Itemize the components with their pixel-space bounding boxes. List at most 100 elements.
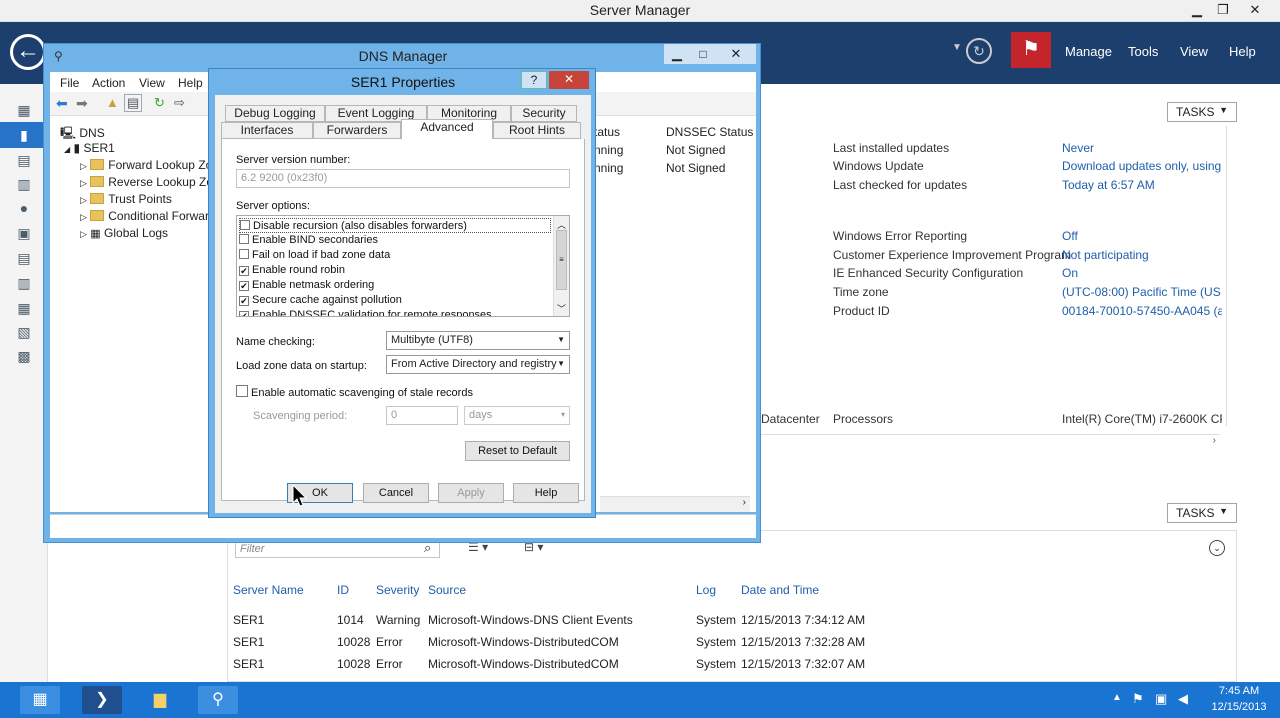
minimize-icon[interactable]: ▁: [1184, 0, 1210, 20]
iis-icon[interactable]: ▦: [14, 300, 34, 316]
checkbox-unchecked-icon[interactable]: [236, 385, 248, 397]
close-icon[interactable]: ✕: [716, 44, 756, 64]
forward-icon[interactable]: ➡: [76, 95, 88, 112]
tree-reverse-lookup[interactable]: ▷ Reverse Lookup Zon: [80, 175, 210, 189]
dhcp-icon[interactable]: ●: [14, 200, 34, 216]
refresh-icon[interactable]: ↻: [966, 38, 992, 64]
clock-date[interactable]: 12/15/2013: [1204, 701, 1274, 713]
prop-value-link[interactable]: Today at 6:57 AM: [1062, 178, 1155, 192]
server-options-list[interactable]: Disable recursion (also disables forward…: [236, 215, 570, 317]
tab-interfaces[interactable]: Interfaces: [221, 122, 313, 139]
event-cell[interactable]: System: [696, 635, 736, 649]
checkbox-unchecked-icon[interactable]: [239, 249, 249, 259]
back-arrow-icon[interactable]: ←: [10, 34, 46, 70]
tree-forward-lookup[interactable]: ▷ Forward Lookup Zon: [80, 158, 210, 172]
col-severity[interactable]: Severity: [376, 583, 419, 597]
minimize-icon[interactable]: ▁: [664, 44, 690, 64]
tab-debug-logging[interactable]: Debug Logging: [225, 105, 325, 122]
prop-value-link[interactable]: (UTC-08:00) Pacific Time (US & C: [1062, 285, 1222, 299]
hyper-v-icon[interactable]: ▥: [14, 275, 34, 291]
option-netmask-ordering[interactable]: ✔ Enable netmask ordering: [239, 278, 374, 293]
tasks-dropdown-properties[interactable]: TASKS ▼: [1167, 102, 1237, 122]
col-date-time[interactable]: Date and Time: [741, 583, 819, 597]
export-icon[interactable]: ⇨: [174, 95, 185, 111]
menu-file[interactable]: File: [60, 76, 79, 90]
powershell-icon[interactable]: ❯: [82, 686, 122, 714]
menu-manage[interactable]: Manage: [1065, 44, 1112, 59]
event-cell[interactable]: 10028: [337, 657, 370, 671]
event-cell[interactable]: Microsoft-Windows-DistributedCOM: [428, 635, 619, 649]
event-cell[interactable]: Error: [376, 657, 403, 671]
tray-expand-icon[interactable]: ▲: [1112, 692, 1122, 703]
option-fail-on-load[interactable]: Fail on load if bad zone data: [239, 248, 390, 263]
show-tree-icon[interactable]: ▤: [124, 94, 143, 112]
reset-to-default-button[interactable]: Reset to Default: [465, 441, 570, 461]
prop-value-link[interactable]: Not participating: [1062, 248, 1149, 262]
action-center-icon[interactable]: ⚑: [1132, 691, 1144, 707]
up-folder-icon[interactable]: ▲: [106, 95, 119, 110]
event-cell[interactable]: System: [696, 613, 736, 627]
storage-icon[interactable]: ▧: [14, 324, 34, 340]
close-icon[interactable]: ✕: [1242, 0, 1268, 20]
dropdown-arrow-icon[interactable]: ▼: [952, 42, 962, 53]
all-servers-icon[interactable]: ▤: [14, 152, 34, 168]
back-icon[interactable]: ⬅: [56, 95, 68, 112]
menu-view[interactable]: View: [139, 76, 165, 90]
option-dnssec-validation[interactable]: ✔ Enable DNSSEC validation for remote res…: [239, 308, 492, 316]
event-cell[interactable]: 12/15/2013 7:34:12 AM: [741, 613, 865, 627]
load-zone-select[interactable]: From Active Directory and registry ▼: [386, 355, 570, 374]
scavenging-period-input[interactable]: 0: [386, 406, 458, 425]
scroll-thumb[interactable]: ≡: [556, 230, 567, 290]
help-button[interactable]: Help: [513, 483, 579, 503]
notifications-flag-icon[interactable]: ⚑: [1011, 32, 1051, 68]
event-cell[interactable]: Warning: [376, 613, 420, 627]
apply-button[interactable]: Apply: [438, 483, 504, 503]
event-cell[interactable]: SER1: [233, 657, 264, 671]
event-cell[interactable]: 1014: [337, 613, 364, 627]
dns-icon[interactable]: ▣: [14, 225, 34, 241]
col-status[interactable]: tatus: [594, 125, 620, 139]
file-explorer-icon[interactable]: ▆: [140, 686, 180, 714]
options-scrollbar[interactable]: ︿ ≡ ﹀: [553, 216, 569, 316]
col-id[interactable]: ID: [337, 583, 349, 597]
event-cell[interactable]: 10028: [337, 635, 370, 649]
restore-icon[interactable]: ❐: [1210, 0, 1236, 20]
properties-scrollbar[interactable]: [1226, 126, 1236, 426]
event-cell[interactable]: Microsoft-Windows-DNS Client Events: [428, 613, 633, 627]
tab-security[interactable]: Security: [511, 105, 577, 122]
event-cell[interactable]: 12/15/2013 7:32:28 AM: [741, 635, 865, 649]
tree-conditional-forwarders[interactable]: ▷ Conditional Forward: [80, 209, 210, 223]
tree-server[interactable]: ◢ ▮ SER1: [64, 141, 115, 155]
menu-help[interactable]: Help: [178, 76, 203, 90]
server-manager-taskbar-icon[interactable]: ▦: [20, 686, 60, 714]
name-checking-select[interactable]: Multibyte (UTF8) ▼: [386, 331, 570, 350]
scroll-down-icon[interactable]: ﹀: [557, 302, 566, 315]
menu-action[interactable]: Action: [92, 76, 125, 90]
tab-root-hints[interactable]: Root Hints: [493, 122, 581, 139]
option-scavenging[interactable]: Enable automatic scavenging of stale rec…: [236, 385, 473, 400]
clock-time[interactable]: 7:45 AM: [1204, 685, 1274, 697]
event-cell[interactable]: Microsoft-Windows-DistributedCOM: [428, 657, 619, 671]
checkbox-unchecked-icon[interactable]: [239, 234, 249, 244]
network-icon[interactable]: ▣: [1155, 691, 1167, 707]
refresh-icon[interactable]: ↻: [154, 95, 165, 111]
option-bind-secondaries[interactable]: Enable BIND secondaries: [239, 233, 378, 248]
option-disable-recursion[interactable]: Disable recursion (also disables forward…: [239, 218, 551, 233]
checkbox-checked-icon[interactable]: ✔: [239, 311, 249, 316]
dns-manager-taskbar-icon[interactable]: ⚲: [198, 686, 238, 714]
tab-forwarders[interactable]: Forwarders: [313, 122, 401, 139]
tab-advanced-selected[interactable]: Advanced: [401, 119, 493, 140]
expand-icon[interactable]: ⌄: [1209, 540, 1225, 556]
menu-help[interactable]: Help: [1229, 44, 1256, 59]
prop-value-link[interactable]: On: [1062, 266, 1078, 280]
event-cell[interactable]: Error: [376, 635, 403, 649]
volume-icon[interactable]: ◀: [1178, 691, 1188, 707]
option-round-robin[interactable]: ✔ Enable round robin: [239, 263, 345, 278]
file-services-icon[interactable]: ▤: [14, 250, 34, 266]
prop-value-link[interactable]: 00184-70010-57450-AA045 (act: [1062, 304, 1222, 318]
tasks-dropdown-events[interactable]: TASKS ▼: [1167, 503, 1237, 523]
maximize-icon[interactable]: □: [690, 44, 716, 64]
col-dnssec-status[interactable]: DNSSEC Status: [666, 125, 753, 139]
checkbox-checked-icon[interactable]: ✔: [239, 266, 249, 276]
menu-view[interactable]: View: [1180, 44, 1208, 59]
